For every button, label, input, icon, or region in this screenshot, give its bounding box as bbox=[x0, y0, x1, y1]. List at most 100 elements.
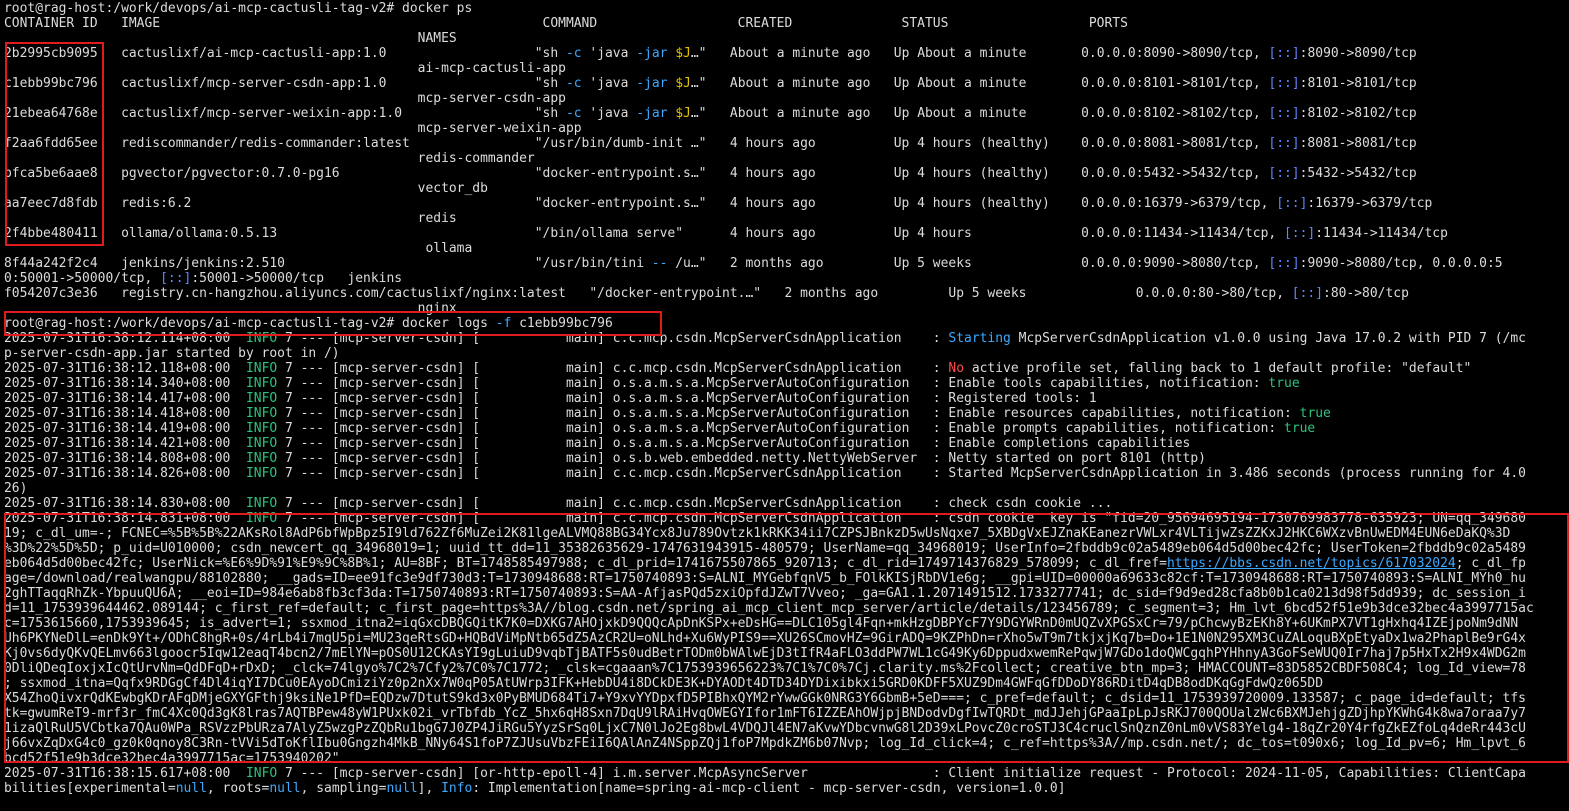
terminal-line: 2b2995cb9095 cactuslixf/ai-mcp-cactusli-… bbox=[4, 46, 1569, 61]
terminal-text-segment: :8101->8101/tcp bbox=[1299, 76, 1417, 91]
terminal-text-segment: 7 --- [mcp-server-csdn] [ main] c.c.mcp.… bbox=[277, 361, 949, 376]
terminal-line: mcp-server-csdn-app bbox=[4, 91, 1569, 106]
terminal-text-segment: [::] bbox=[1268, 166, 1300, 181]
terminal-line: f054207c3e36 registry.cn-hangzhou.aliyun… bbox=[4, 286, 1569, 301]
terminal-line: aa7eec7d8fdb redis:6.2 "docker-entrypoin… bbox=[4, 196, 1569, 211]
terminal-line: ollama bbox=[4, 241, 1569, 256]
terminal-line: 1izaQlRuU5VCbtka7QAu0WPa_RSVzzPbURza7Aly… bbox=[4, 721, 1569, 736]
terminal-text-segment: c1ebb99bc796 bbox=[511, 316, 613, 331]
terminal-text-segment: redis-commander bbox=[3, 151, 535, 166]
terminal-text-segment: bcd52f51e9b3dce32bec4a3997715ac=17539402… bbox=[3, 751, 340, 766]
terminal-text-segment: :11434->11434/tcp bbox=[1315, 226, 1448, 241]
terminal-text-segment: j66vxZqDxG4c0_gz0k0qnoy8C3Rn-tVVi5dToKfl… bbox=[3, 736, 1526, 751]
terminal-line: 21ebea64768e cactuslixf/mcp-server-weixi… bbox=[4, 106, 1569, 121]
terminal-text-segment: 2025-07-31T16:38:14.831+08:00 bbox=[3, 511, 246, 526]
terminal-text-segment: 2f4bbe480411 ollama/ollama:0.5.13 "/bin/… bbox=[3, 226, 1285, 241]
terminal-line: Kj0vs6dyQKvQELmv663lgoocr5Iqw12eaqT4bcn2… bbox=[4, 646, 1569, 661]
terminal-text-segment: 7 --- [mcp-server-csdn] [or-http-epoll-4… bbox=[277, 766, 1526, 781]
terminal-line: Uh6PKYNeDlL=enDk9Yt+/ODhC8hgR+0s/4rLb4i7… bbox=[4, 631, 1569, 646]
terminal-line: ai-mcp-cactusli-app bbox=[4, 61, 1569, 76]
terminal-text-segment: INFO bbox=[245, 331, 278, 346]
terminal-text-segment: root@rag-host:/work/devops/ai-mcp-cactus… bbox=[3, 316, 496, 331]
terminal-text-segment: /u…" 2 months ago Up 5 weeks 0.0.0.0:909… bbox=[667, 256, 1269, 271]
terminal-text-segment: [::] bbox=[1291, 286, 1324, 301]
terminal-text-segment: INFO bbox=[245, 511, 278, 526]
terminal-text-segment: : Implementation[name=spring-ai-mcp-clie… bbox=[472, 781, 1066, 796]
terminal-text-segment: [::] bbox=[1268, 76, 1300, 91]
terminal-text-segment: :9090->8080/tcp, 0.0.0.0:5 bbox=[1299, 256, 1503, 271]
terminal-line: 2025-07-31T16:38:14.421+08:00 INFO 7 ---… bbox=[4, 436, 1569, 451]
terminal-line: vector_db bbox=[4, 181, 1569, 196]
terminal-text-segment: f054207c3e36 registry.cn-hangzhou.aliyun… bbox=[3, 286, 1292, 301]
terminal-line: 2f4bbe480411 ollama/ollama:0.5.13 "/bin/… bbox=[4, 226, 1569, 241]
terminal-line: NAMES bbox=[4, 31, 1569, 46]
terminal-text-segment: INFO bbox=[245, 376, 278, 391]
terminal-text-segment: -jar bbox=[636, 46, 668, 61]
terminal-line: 2025-07-31T16:38:14.826+08:00 INFO 7 ---… bbox=[4, 466, 1569, 481]
terminal-text-segment: NAMES bbox=[3, 31, 457, 46]
terminal-line: c1ebb99bc796 cactuslixf/mcp-server-csdn-… bbox=[4, 76, 1569, 91]
terminal-text-segment: ai-mcp-cactusli-app bbox=[3, 61, 566, 76]
terminal-text-segment: INFO bbox=[245, 436, 278, 451]
terminal-text-segment: …" About a minute ago Up About a minute … bbox=[690, 106, 1269, 121]
terminal-text-segment: active profile set, falling back to 1 de… bbox=[964, 361, 1472, 376]
terminal-text-segment: 7 --- [mcp-server-csdn] [ main] o.s.a.m.… bbox=[277, 421, 1285, 436]
terminal-line: p-server-csdn-app.jar started by root in… bbox=[4, 346, 1569, 361]
terminal-text-segment: true bbox=[1284, 421, 1316, 436]
terminal-line: 0:50001->50000/tcp, [::]:50001->50000/tc… bbox=[4, 271, 1569, 286]
terminal-line: 2025-07-31T16:38:12.118+08:00 INFO 7 ---… bbox=[4, 361, 1569, 376]
terminal-text-segment: age=/download/realwangpu/88102880; __gad… bbox=[3, 571, 1526, 586]
terminal-text-segment: vector_db bbox=[3, 181, 488, 196]
terminal-line: nginx bbox=[4, 301, 1569, 316]
terminal-text-segment: -c bbox=[565, 46, 582, 61]
terminal-line: 2025-07-31T16:38:12.114+08:00 INFO 7 ---… bbox=[4, 331, 1569, 346]
terminal-text-segment: ollama bbox=[3, 241, 473, 256]
terminal-text-segment: No bbox=[948, 361, 965, 376]
terminal-line: bfca5be6aae8 pgvector/pgvector:0.7.0-pg1… bbox=[4, 166, 1569, 181]
terminal-text-segment: Starting bbox=[948, 331, 1011, 346]
terminal-window[interactable]: root@rag-host:/work/devops/ai-mcp-cactus… bbox=[0, 0, 1569, 811]
terminal-text-segment: Uh6PKYNeDlL=enDk9Yt+/ODhC8hgR+0s/4rLb4i7… bbox=[3, 631, 1526, 646]
terminal-text-segment: bilities[experimental= bbox=[3, 781, 176, 796]
terminal-text-segment: :8090->8090/tcp bbox=[1299, 46, 1417, 61]
terminal-text-segment: p-server-csdn-app.jar started by root in… bbox=[3, 346, 340, 361]
terminal-line: 0DliQDeqIoxjxIcQtUrvNm=QdDFqD+rDxD; _clc… bbox=[4, 661, 1569, 676]
terminal-text-segment: 7 --- [mcp-server-csdn] [ main] o.s.b.we… bbox=[277, 451, 1206, 466]
terminal-text-segment: INFO bbox=[245, 391, 278, 406]
terminal-line: 26) bbox=[4, 481, 1569, 496]
terminal-text-segment: ; c_dl_fp bbox=[1455, 556, 1526, 571]
terminal-text-segment: [::] bbox=[1268, 256, 1300, 271]
terminal-line: %3D%22%5D%5D; p_uid=U010000; csdn_newcer… bbox=[4, 541, 1569, 556]
terminal-line: 2ghTTaqqRhZk-YbpuuQU6A; __eoi=ID=984e6ab… bbox=[4, 586, 1569, 601]
terminal-text-segment: INFO bbox=[245, 361, 278, 376]
terminal-text-segment: McpServerCsdnApplication v1.0.0 using Ja… bbox=[1010, 331, 1526, 346]
terminal-text-segment: 2b2995cb9095 cactuslixf/ai-mcp-cactusli-… bbox=[3, 46, 566, 61]
terminal-line: bilities[experimental=null, roots=null, … bbox=[4, 781, 1569, 796]
terminal-line: 2025-07-31T16:38:14.831+08:00 INFO 7 ---… bbox=[4, 511, 1569, 526]
terminal-text-segment: [::] bbox=[160, 271, 192, 286]
terminal-text-segment: [::] bbox=[1268, 136, 1300, 151]
terminal-text-segment: ], bbox=[417, 781, 442, 796]
terminal-text-segment: INFO bbox=[245, 451, 278, 466]
terminal-line: j66vxZqDxG4c0_gz0k0qnoy8C3Rn-tVVi5dToKfl… bbox=[4, 736, 1569, 751]
terminal-text-segment: tk=gwumReT9-mrf3r_fmC4Xc0Qd3gK8lras7AQTB… bbox=[3, 706, 1526, 721]
terminal-line: 2025-07-31T16:38:14.419+08:00 INFO 7 ---… bbox=[4, 421, 1569, 436]
terminal-text-segment: true bbox=[1299, 406, 1331, 421]
terminal-line: 2025-07-31T16:38:14.418+08:00 INFO 7 ---… bbox=[4, 406, 1569, 421]
terminal-text-segment: 2025-07-31T16:38:14.421+08:00 bbox=[3, 436, 246, 451]
terminal-text-segment: null bbox=[175, 781, 207, 796]
terminal-text-segment: mcp-server-csdn-app bbox=[3, 91, 566, 106]
terminal-line: tk=gwumReT9-mrf3r_fmC4Xc0Qd3gK8lras7AQTB… bbox=[4, 706, 1569, 721]
terminal-text-segment: ; ssxmod_itna=Qqfx9RDGgCf4Dl4iqYI7DCu0EA… bbox=[3, 676, 1324, 691]
terminal-text-segment: :5432->5432/tcp bbox=[1299, 166, 1417, 181]
terminal-line: 2025-07-31T16:38:14.830+08:00 INFO 7 ---… bbox=[4, 496, 1569, 511]
terminal-text-segment: mcp-server-weixin-app bbox=[3, 121, 582, 136]
terminal-text-segment: 2025-07-31T16:38:14.826+08:00 bbox=[3, 466, 246, 481]
terminal-text-segment: 21ebea64768e cactuslixf/mcp-server-weixi… bbox=[3, 106, 566, 121]
terminal-text-segment: 7 --- [mcp-server-csdn] [ main] c.c.mcp.… bbox=[277, 496, 1113, 511]
terminal-text-segment: 2025-07-31T16:38:14.830+08:00 bbox=[3, 496, 246, 511]
terminal-line: 2025-07-31T16:38:14.808+08:00 INFO 7 ---… bbox=[4, 451, 1569, 466]
